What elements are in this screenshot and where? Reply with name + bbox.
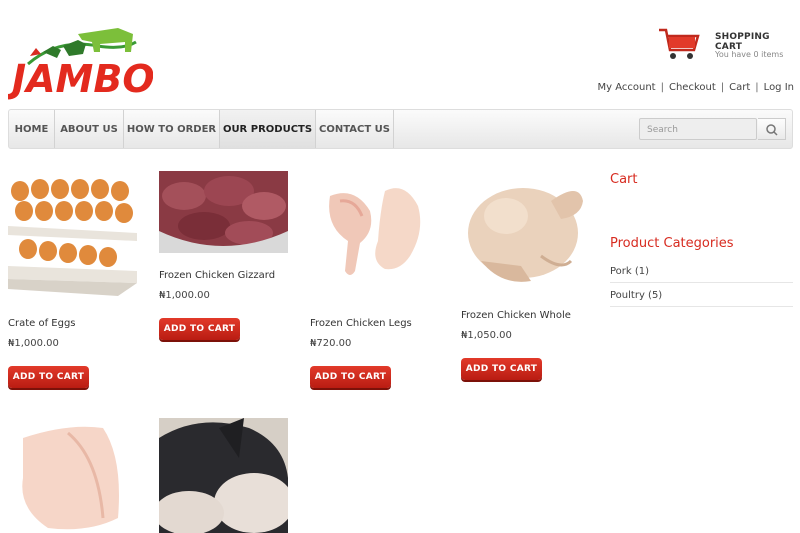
product-price: ₦1,000.00: [8, 338, 59, 349]
search-icon: [766, 124, 778, 136]
sidebar-cart-title: Cart: [610, 172, 638, 187]
search-input[interactable]: Search: [639, 118, 757, 140]
product-price: ₦720.00: [310, 338, 352, 349]
add-to-cart-button[interactable]: ADD TO CART: [8, 366, 89, 388]
product-name[interactable]: Frozen Chicken Legs: [310, 318, 412, 329]
add-to-cart-button[interactable]: ADD TO CART: [310, 366, 391, 388]
product-name[interactable]: Frozen Chicken Whole: [461, 310, 571, 321]
product-image-whole-chicken[interactable]: [461, 171, 590, 291]
product-categories-title: Product Categories: [610, 236, 734, 251]
product-image-pig[interactable]: [159, 418, 288, 533]
cart-title: SHOPPING CART: [715, 32, 770, 52]
shopping-cart-widget[interactable]: SHOPPING CART You have 0 items: [658, 26, 798, 66]
product-price: ₦1,050.00: [461, 330, 512, 341]
product-image-chicken-wing[interactable]: [8, 418, 137, 533]
search-button[interactable]: [758, 118, 786, 140]
account-links: My Account | Checkout | Cart | Log In: [597, 82, 794, 93]
logo-text: JAMBO: [8, 57, 153, 100]
product-image-gizzard[interactable]: [159, 171, 288, 253]
nav-how-to-order[interactable]: HOW TO ORDER: [124, 110, 220, 148]
checkout-link[interactable]: Checkout: [669, 82, 716, 93]
category-poultry[interactable]: Poultry (5): [610, 290, 793, 307]
category-pork[interactable]: Pork (1): [610, 266, 793, 283]
login-link[interactable]: Log In: [764, 82, 794, 93]
cart-icon: [659, 28, 700, 59]
product-image-chicken-legs[interactable]: [310, 171, 439, 301]
add-to-cart-button[interactable]: ADD TO CART: [159, 318, 240, 340]
product-price: ₦1,000.00: [159, 290, 210, 301]
cart-item-count: You have 0 items: [715, 50, 784, 59]
product-name[interactable]: Frozen Chicken Gizzard: [159, 270, 275, 281]
nav-about-us[interactable]: ABOUT US: [55, 110, 124, 148]
my-account-link[interactable]: My Account: [597, 82, 655, 93]
cart-link[interactable]: Cart: [729, 82, 750, 93]
nav-our-products[interactable]: OUR PRODUCTS: [220, 110, 316, 148]
nav-contact-us[interactable]: CONTACT US: [316, 110, 394, 148]
jambo-logo[interactable]: JAMBO: [5, 16, 155, 101]
add-to-cart-button[interactable]: ADD TO CART: [461, 358, 542, 380]
nav-home[interactable]: HOME: [9, 110, 55, 148]
product-image-eggs[interactable]: [8, 171, 137, 301]
main-nav: HOME ABOUT US HOW TO ORDER OUR PRODUCTS …: [8, 109, 793, 149]
product-name[interactable]: Crate of Eggs: [8, 318, 76, 329]
